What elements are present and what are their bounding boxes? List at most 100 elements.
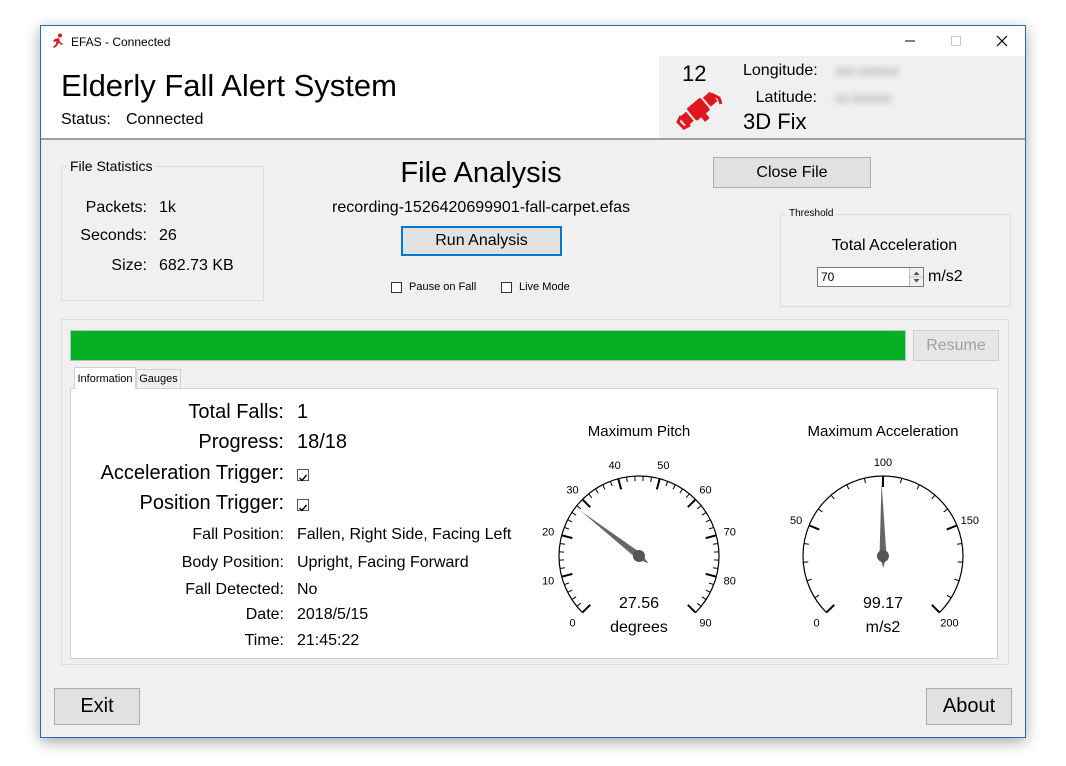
about-button[interactable]: About [926, 688, 1012, 725]
acceleration-minor-tick [806, 578, 812, 582]
pitch-minor-tick [571, 596, 577, 600]
live-mode-label: Live Mode [519, 281, 570, 293]
pitch-minor-tick [650, 476, 653, 483]
pitch-gauge-arc [558, 475, 720, 613]
close-window-button[interactable] [979, 26, 1025, 56]
pitch-tick-label: 40 [609, 460, 621, 472]
live-mode-checkbox[interactable] [501, 282, 512, 293]
acceleration-major-tick [825, 604, 835, 614]
acceleration-tick-label: 200 [940, 617, 958, 629]
fall-position-value: Fallen, Right Side, Facing Left [297, 526, 512, 543]
pitch-major-tick [687, 604, 697, 614]
pitch-major-tick [561, 572, 573, 578]
pitch-minor-tick [588, 493, 593, 499]
close-file-button[interactable]: Close File [713, 157, 871, 188]
pitch-minor-tick [567, 519, 573, 523]
gps-panel: 12 3D Fix Longitude: Latitude: 000.00000… [659, 56, 1025, 138]
acceleration-gauge-title: Maximum Acceleration [807, 423, 959, 440]
acceleration-minor-tick [846, 484, 850, 490]
acceleration-minor-tick [956, 542, 963, 545]
pitch-minor-tick [705, 519, 711, 523]
header-divider [41, 138, 1025, 140]
pitch-minor-tick [696, 505, 702, 510]
pitch-gauge-title: Maximum Pitch [587, 423, 691, 440]
pitch-minor-tick [576, 505, 582, 510]
time-label: Time: [244, 632, 284, 649]
pitch-tick-label: 90 [699, 617, 711, 629]
app-title: Elderly Fall Alert System [61, 68, 397, 103]
acceleration-trigger-label: Acceleration Trigger: [100, 462, 284, 484]
pitch-major-tick [617, 478, 623, 490]
threshold-spinbox[interactable]: 70 [817, 267, 924, 287]
pitch-gauge-unit: degrees [610, 619, 668, 636]
size-value: 682.73 KB [159, 257, 234, 274]
pitch-minor-tick [701, 596, 707, 600]
status-value: Connected [126, 111, 204, 128]
acceleration-minor-tick [814, 594, 820, 599]
pause-on-fall-label: Pause on Fall [409, 281, 477, 293]
pitch-minor-tick [576, 602, 582, 607]
acceleration-minor-tick [946, 594, 952, 599]
pitch-major-tick [705, 534, 717, 540]
title-bar: EFAS - Connected [41, 26, 1025, 56]
pitch-minor-tick [564, 526, 570, 530]
pitch-minor-tick [571, 512, 577, 516]
exit-button[interactable]: Exit [54, 688, 140, 725]
pitch-minor-tick [625, 476, 628, 483]
window-title: EFAS - Connected [71, 35, 171, 49]
acceleration-tick-label: 150 [961, 515, 979, 527]
position-trigger-label: Position Trigger: [139, 492, 284, 514]
acceleration-gauge: 0 50 100 150 200 99.17 m/s2 [790, 457, 979, 636]
pitch-major-tick [581, 498, 591, 508]
pitch-major-tick [705, 572, 717, 578]
acceleration-gauge-unit: m/s2 [866, 619, 901, 636]
file-analysis-title: File Analysis [400, 157, 562, 189]
longitude-value-redacted: 000.000000 [835, 65, 899, 79]
maximize-button[interactable] [933, 26, 979, 56]
total-falls-label: Total Falls: [188, 401, 284, 423]
maximize-icon [951, 36, 961, 46]
seconds-label: Seconds: [80, 227, 147, 244]
minimize-button[interactable] [887, 26, 933, 56]
acceleration-minor-tick [863, 478, 866, 484]
pitch-minor-tick [712, 567, 719, 570]
acceleration-trigger-checkbox [297, 469, 309, 482]
running-person-icon [53, 33, 63, 48]
acceleration-tick-label: 50 [790, 515, 802, 527]
pitch-major-tick [561, 534, 573, 540]
acceleration-minor-tick [817, 508, 823, 513]
pitch-major-tick [655, 478, 661, 490]
pitch-tick-label: 20 [542, 527, 554, 539]
gps-fix-status: 3D Fix [743, 109, 807, 134]
pitch-gauge-value: 27.56 [619, 595, 659, 612]
main-window: EFAS - Connected Elderly Fall Alert Syst… [40, 25, 1026, 738]
minimize-icon [905, 40, 915, 42]
pitch-minor-tick [696, 602, 702, 607]
pitch-minor-tick [595, 488, 599, 494]
fall-detected-label: Fall Detected: [185, 581, 284, 598]
satellite-icon [676, 91, 723, 130]
progress-bar-fill [71, 331, 905, 360]
total-falls-value: 1 [297, 401, 309, 423]
total-acceleration-label: Total Acceleration [831, 237, 958, 254]
date-value: 2018/5/15 [297, 606, 369, 623]
tab-information[interactable]: Information [74, 367, 136, 389]
pause-on-fall-checkbox[interactable] [391, 282, 402, 293]
acceleration-major-tick [931, 604, 941, 614]
acceleration-minor-tick [803, 542, 810, 545]
tab-gauges[interactable]: Gauges [136, 369, 181, 389]
threshold-value: 70 [821, 270, 835, 284]
acceleration-gauge-value: 99.17 [863, 595, 903, 612]
progress-label: Progress: [198, 431, 284, 453]
pitch-major-tick [581, 604, 591, 614]
resume-button[interactable]: Resume [913, 330, 999, 361]
acceleration-major-tick [946, 524, 958, 531]
pitch-tick-label: 50 [657, 460, 669, 472]
latitude-label: Latitude: [755, 89, 817, 106]
run-analysis-button[interactable]: Run Analysis [401, 226, 562, 256]
analysis-progress-bar [70, 330, 906, 361]
pitch-minor-tick [559, 567, 566, 570]
pitch-tick-label: 60 [699, 485, 711, 497]
pitch-minor-tick [567, 589, 573, 593]
spinbox-arrows[interactable] [909, 268, 923, 286]
